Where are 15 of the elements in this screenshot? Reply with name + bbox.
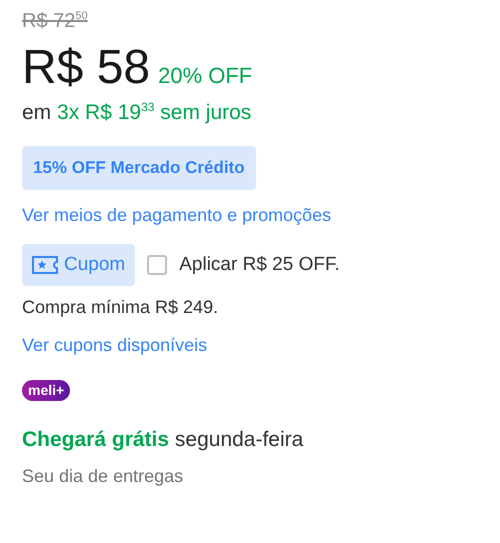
coupons-link[interactable]: Ver cupons disponíveis bbox=[22, 332, 208, 358]
apply-label: Aplicar R$ 25 OFF. bbox=[179, 252, 340, 277]
delivery-text: Chegará grátis segunda-feira bbox=[22, 427, 304, 453]
discount-label: 20% OFF bbox=[158, 62, 252, 90]
credit-badge: 15% OFF Mercado Crédito bbox=[22, 146, 256, 190]
payment-link[interactable]: Ver meios de pagamento e promoções bbox=[22, 202, 332, 228]
checkbox[interactable] bbox=[147, 255, 168, 275]
coupon-button[interactable]: Cupom bbox=[22, 244, 136, 286]
installments-text: em 3x R$ 19$^{33}$ sem juros bbox=[22, 98, 252, 126]
delivery-note: Seu dia de entregas bbox=[22, 465, 184, 488]
ticket-icon bbox=[32, 256, 58, 274]
minimum-purchase-text: Compra mínima R$ 249. bbox=[22, 296, 218, 319]
original-price: R$ 72$^{50}$ bbox=[22, 9, 88, 34]
meli-plus-badge: meli+ bbox=[22, 380, 70, 401]
price: R$ 58 bbox=[22, 40, 150, 96]
